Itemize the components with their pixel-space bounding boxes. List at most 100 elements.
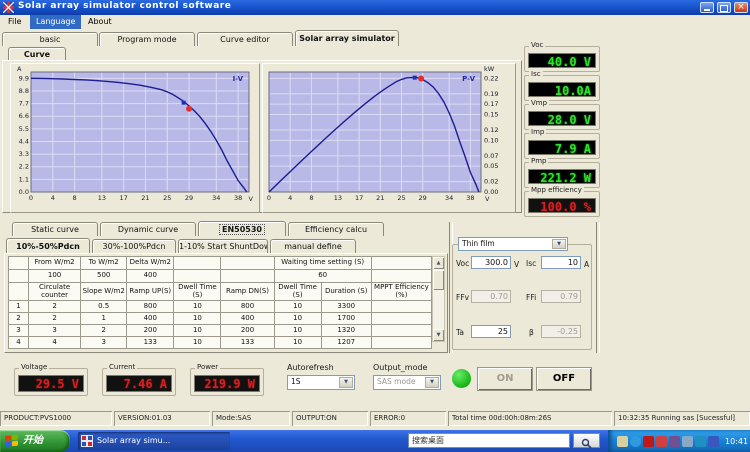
restore-button[interactable] — [717, 2, 731, 13]
status-bar: PRODUCT:PVS1000 VERSION:01.03 Mode:SAS O… — [0, 410, 750, 428]
close-button[interactable]: × — [734, 2, 748, 13]
scrollbar-thumb[interactable] — [433, 270, 444, 290]
setting-waiting-time[interactable]: 60 — [273, 269, 372, 283]
tray-icon-network[interactable] — [682, 435, 693, 447]
param-ta-field[interactable]: 25 — [471, 325, 511, 338]
start-button[interactable]: 开始 — [0, 430, 70, 452]
scroll-up-icon[interactable]: ▲ — [433, 257, 444, 269]
svg-text:0.02: 0.02 — [484, 178, 498, 186]
param-ffv-field[interactable]: 0.70 — [471, 290, 511, 303]
autorefresh-combobox[interactable]: 1S ▼ — [287, 375, 355, 390]
param-voc-field[interactable]: 300.0 — [471, 256, 511, 269]
table-cell[interactable]: 10 — [173, 300, 222, 313]
table-cell[interactable] — [370, 336, 433, 349]
module-type-combobox[interactable]: Thin film ▼ — [458, 237, 568, 251]
window-title: Solar array simulator control software — [18, 1, 232, 11]
chevron-down-icon[interactable]: ▼ — [425, 377, 439, 388]
param-beta-field[interactable]: -0.25 — [541, 325, 581, 338]
measurement-mpp-label: Mpp efficiency — [529, 186, 584, 194]
table-cell[interactable]: 1207 — [320, 336, 372, 349]
table-cell[interactable]: 2 — [80, 324, 128, 337]
table-cell[interactable]: 133 — [126, 336, 175, 349]
table-cell[interactable]: 2 — [28, 312, 82, 325]
tab-efficiency-calcu[interactable]: Efficiency calcu — [288, 222, 384, 236]
tray-icon-ati[interactable] — [643, 435, 654, 447]
table-cell[interactable]: 3 — [80, 336, 128, 349]
tab-program-mode[interactable]: Program mode — [99, 32, 195, 46]
table-cell[interactable]: 800 — [220, 300, 275, 313]
table-scrollbar[interactable]: ▲ ▼ — [432, 256, 445, 342]
svg-text:38: 38 — [466, 194, 474, 202]
table-cell[interactable]: 10 — [173, 324, 222, 337]
tray-icon-shield[interactable] — [708, 435, 719, 447]
menu-about[interactable]: About — [82, 15, 118, 29]
svg-text:4: 4 — [288, 194, 292, 202]
table-cell[interactable]: 10 — [173, 312, 222, 325]
menu-language[interactable]: Language — [30, 15, 82, 29]
on-button[interactable]: ON — [478, 368, 532, 390]
tab-en50530[interactable]: EN50530 — [198, 221, 286, 236]
param-ffi-field[interactable]: 0.79 — [541, 290, 581, 303]
table-cell[interactable]: 10 — [273, 312, 322, 325]
table-cell[interactable]: 800 — [126, 300, 175, 313]
subtab-10-50-pdcn[interactable]: 10%-50%Pdcn — [6, 238, 90, 253]
tray-icon-updater[interactable] — [669, 435, 680, 447]
setting-from[interactable]: 100 — [28, 269, 82, 283]
table-cell[interactable]: 0.5 — [80, 300, 128, 313]
svg-text:0: 0 — [29, 194, 33, 202]
table-cell[interactable]: 10 — [273, 300, 322, 313]
table-cell[interactable]: 3 — [28, 324, 82, 337]
table-cell[interactable]: 400 — [220, 312, 275, 325]
table-cell[interactable]: 1 — [80, 312, 128, 325]
tab-curve-editor[interactable]: Curve editor — [197, 32, 293, 46]
search-button[interactable] — [573, 433, 600, 449]
table-cell[interactable] — [370, 300, 433, 313]
table-cell[interactable]: 10 — [273, 324, 322, 337]
table-cell[interactable]: 3300 — [320, 300, 372, 313]
table-cell[interactable]: 400 — [126, 312, 175, 325]
table-cell[interactable]: 133 — [220, 336, 275, 349]
tab-basic[interactable]: basic — [2, 32, 98, 46]
tab-curve[interactable]: Curve — [8, 47, 66, 60]
table-cell[interactable]: 200 — [220, 324, 275, 337]
subtab-manual-define[interactable]: manual define — [270, 239, 356, 253]
tab-static-curve[interactable]: Static curve — [12, 222, 98, 236]
tray-icon-input-method[interactable] — [617, 435, 628, 447]
table-cell[interactable] — [370, 324, 433, 337]
table-cell[interactable] — [370, 312, 433, 325]
subtab-30-100-pdcn[interactable]: 30%-100%Pdcn — [92, 239, 176, 253]
table-cell[interactable]: 1320 — [320, 324, 372, 337]
table-cell[interactable]: 1700 — [320, 312, 372, 325]
chevron-down-icon[interactable]: ▼ — [339, 377, 353, 388]
setting-delta[interactable]: 400 — [126, 269, 175, 283]
table-cell[interactable]: 10 — [173, 336, 222, 349]
svg-text:V: V — [249, 195, 254, 203]
tab-dynamic-curve[interactable]: Dynamic curve — [100, 222, 196, 236]
tray-icon-antivirus[interactable] — [656, 435, 667, 447]
menu-file[interactable]: File — [2, 15, 27, 29]
setting-to[interactable]: 500 — [80, 269, 128, 283]
svg-text:6.6: 6.6 — [19, 112, 29, 120]
off-button[interactable]: OFF — [537, 368, 591, 390]
output-mode-combobox[interactable]: SAS mode ▼ — [373, 375, 441, 390]
svg-text:34: 34 — [212, 194, 220, 202]
table-cell[interactable]: 200 — [126, 324, 175, 337]
param-isc-field[interactable]: 10 — [541, 256, 581, 269]
subtab-1-10-start-shuntdown[interactable]: 1-10% Start ShuntDown — [178, 239, 268, 253]
measurement-mpp-display: 100.0 % — [528, 198, 596, 214]
table-cell[interactable]: 2 — [28, 300, 82, 313]
scroll-down-icon[interactable]: ▼ — [433, 329, 444, 341]
desktop-search-input[interactable] — [408, 433, 570, 448]
tray-icon-security[interactable] — [695, 435, 706, 447]
pv-chart: 0 4 8 13 17 21 25 29 34 380.000.020.050.070.100.1… — [267, 65, 499, 203]
measurement-voc: Voc 40.0 V — [524, 41, 600, 72]
tab-solar-array-simulator[interactable]: Solar array simulator — [295, 30, 399, 46]
taskbar-item-solar-array[interactable]: Solar array simu... — [78, 432, 230, 450]
chevron-down-icon[interactable]: ▼ — [552, 239, 566, 249]
minimize-button[interactable] — [700, 2, 714, 13]
voltage-label: Voltage — [19, 363, 50, 371]
table-cell[interactable]: 10 — [273, 336, 322, 349]
svg-text:4.4: 4.4 — [19, 137, 29, 145]
table-cell[interactable]: 4 — [28, 336, 82, 349]
tray-icon-messenger[interactable] — [630, 435, 641, 447]
